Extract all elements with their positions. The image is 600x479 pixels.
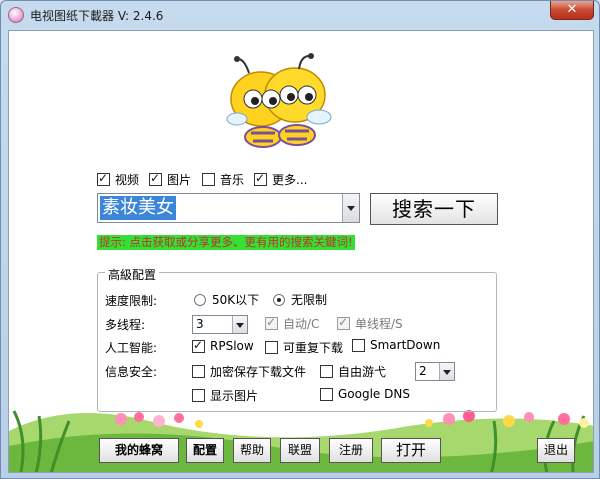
cruise-select[interactable]: 2	[415, 362, 455, 381]
free-cruise-checkbox[interactable]: 自由游弋	[320, 363, 386, 380]
speed-unlimited-radio[interactable]: 无限制	[273, 291, 327, 308]
google-dns-checkbox[interactable]: Google DNS	[320, 387, 410, 401]
window-title: 电视图纸下載器 V: 2.4.6	[30, 9, 164, 23]
register-button[interactable]: 注册	[329, 438, 373, 463]
checkbox-icon	[192, 389, 205, 402]
app-window: 电视图纸下載器 V: 2.4.6 ✕ ✓ 视频 ✓ 图片 音乐 ✓ 更多... …	[0, 0, 600, 479]
main-panel: 视频 图片 音乐 更多... 素妆美女 搜索一下 提示: 点击获取或分享更多、更…	[8, 30, 594, 473]
checkbox-icon	[320, 387, 333, 401]
checkbox-icon	[352, 338, 365, 352]
ai-label: 人工智能:	[105, 341, 158, 355]
auto-threads-checkbox[interactable]: 自动/C	[265, 315, 319, 332]
checkbox-icon	[192, 365, 205, 378]
close-button[interactable]: ✕	[550, 1, 594, 20]
threads-select[interactable]: 3	[192, 315, 248, 334]
my-hive-button[interactable]: 我的蜂窝	[99, 438, 179, 463]
app-logo-icon	[8, 7, 24, 23]
chevron-down-icon[interactable]	[342, 194, 359, 222]
filter-image-checkbox[interactable]: 图片	[149, 171, 191, 188]
checkbox-icon	[149, 171, 162, 186]
open-button[interactable]: 打开	[381, 438, 441, 463]
search-button[interactable]: 搜索一下	[370, 193, 498, 225]
bee-mascot-icon	[226, 53, 332, 148]
threads-label: 多线程:	[105, 318, 146, 332]
speed-limit-label: 速度限制:	[105, 294, 158, 308]
single-thread-checkbox[interactable]: 单线程/S	[337, 315, 403, 332]
title-bar[interactable]: 电视图纸下載器 V: 2.4.6 ✕	[1, 1, 599, 29]
hint-banner[interactable]: 提示: 点击获取或分享更多、更有用的搜索关鍵词!	[97, 235, 355, 250]
search-combobox[interactable]: 素妆美女	[97, 193, 360, 223]
smartdown-checkbox[interactable]: SmartDown	[352, 338, 440, 352]
filter-music-checkbox[interactable]: 音乐	[202, 171, 244, 188]
advanced-config-title: 高級配置	[105, 266, 160, 283]
checkbox-icon	[192, 338, 205, 353]
rpslow-checkbox[interactable]: RPSlow	[192, 338, 254, 353]
help-button[interactable]: 帮助	[233, 438, 271, 463]
exit-button[interactable]: 退出	[537, 438, 575, 463]
close-icon: ✕	[566, 2, 578, 17]
league-button[interactable]: 联盟	[280, 438, 320, 463]
filter-video-checkbox[interactable]: 视频	[97, 171, 139, 188]
chevron-down-icon[interactable]	[232, 316, 247, 333]
chevron-down-icon[interactable]	[439, 363, 454, 380]
checkbox-icon	[97, 171, 110, 186]
checkbox-icon	[265, 341, 278, 354]
search-input[interactable]: 素妆美女	[100, 196, 176, 220]
checkbox-icon	[202, 173, 215, 186]
checkbox-icon	[337, 315, 350, 330]
checkbox-icon	[320, 365, 333, 378]
config-button[interactable]: 配置	[186, 438, 224, 463]
checkbox-icon	[265, 315, 278, 330]
encrypt-save-checkbox[interactable]: 加密保存下载文件	[192, 363, 306, 380]
speed-50k-radio[interactable]: 50K以下	[194, 291, 259, 308]
radio-icon	[273, 293, 285, 306]
filter-more-checkbox[interactable]: 更多...	[254, 171, 307, 188]
show-images-checkbox[interactable]: 显示图片	[192, 387, 258, 404]
security-label: 信息安全:	[105, 365, 158, 379]
repeat-download-checkbox[interactable]: 可重复下载	[265, 339, 343, 356]
checkbox-icon	[254, 171, 267, 186]
radio-icon	[194, 293, 206, 306]
